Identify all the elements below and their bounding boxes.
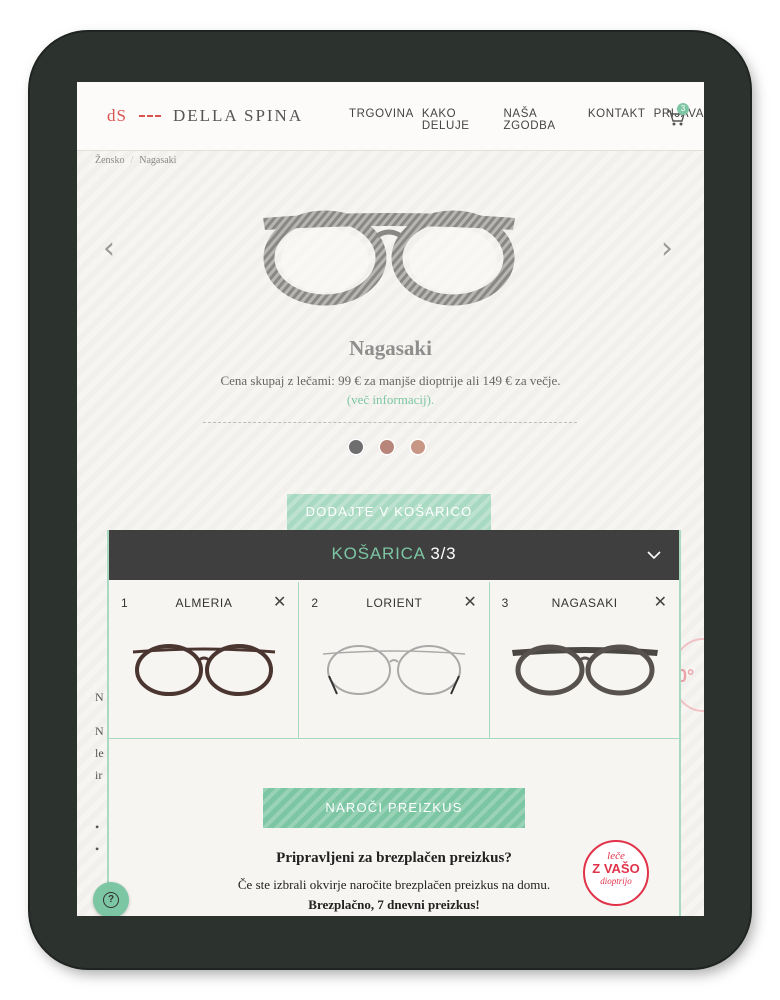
prescription-lens-badge: leče Z VAŠO dioptrijo bbox=[583, 840, 649, 906]
breadcrumb-current: Nagasaki bbox=[139, 155, 177, 166]
breadcrumb: Žensko / Nagasaki bbox=[95, 155, 176, 166]
divider bbox=[203, 422, 577, 423]
cart-item-name: ALMERIA bbox=[175, 596, 233, 610]
nav-trgovina[interactable]: TRGOVINA bbox=[349, 108, 414, 132]
add-to-cart-button[interactable]: DODAJTE V KOŠARICO bbox=[287, 494, 491, 530]
main-nav: TRGOVINA KAKO DELUJE NAŠA ZGODBA KONTAKT… bbox=[349, 108, 704, 132]
cart-header[interactable]: KOŠARICA 3/3 bbox=[109, 530, 679, 580]
cart-items: 1 ALMERIA ✕ 2 LORIENT ✕ 3 NAGASAKI ✕ bbox=[109, 582, 679, 739]
badge-line-2: Z VAŠO bbox=[592, 861, 640, 876]
badge-line-3: dioptrijo bbox=[600, 876, 632, 886]
remove-item-icon[interactable]: ✕ bbox=[463, 592, 476, 612]
prev-arrow-icon[interactable]: ‹ bbox=[103, 234, 115, 264]
cart-title: KOŠARICA 3/3 bbox=[109, 544, 679, 564]
nav-nasa-zgodba[interactable]: NAŠA ZGODBA bbox=[504, 108, 580, 132]
more-info-link[interactable]: (več informacij). bbox=[77, 392, 704, 408]
breadcrumb-parent[interactable]: Žensko bbox=[95, 155, 124, 166]
bg-text-fragment: le bbox=[95, 746, 104, 760]
logo-dash bbox=[138, 115, 161, 117]
bg-text-fragment: N bbox=[95, 690, 104, 704]
product-title: Nagasaki bbox=[349, 336, 432, 360]
cart-panel: KOŠARICA 3/3 1 ALMERIA ✕ 2 LORIENT ✕ 3 N… bbox=[107, 530, 681, 916]
remove-item-icon[interactable]: ✕ bbox=[273, 592, 286, 612]
cart-count-badge: 3 bbox=[677, 103, 689, 115]
cart-count: 3/3 bbox=[430, 544, 457, 563]
cart-item: 2 LORIENT ✕ bbox=[299, 582, 490, 738]
help-button[interactable]: ? bbox=[93, 882, 129, 916]
cart-title-label: KOŠARICA bbox=[331, 544, 425, 563]
price-text: Cena skupaj z lečami: 99 € za manjše dio… bbox=[220, 373, 561, 388]
lorient-glasses-image bbox=[323, 645, 466, 695]
logo-mark: dS bbox=[107, 106, 127, 125]
cart-item: 3 NAGASAKI ✕ bbox=[490, 582, 679, 738]
bg-text-fragment: • bbox=[95, 842, 100, 856]
logo-text: DELLA SPINA bbox=[172, 106, 304, 125]
next-arrow-icon[interactable]: › bbox=[661, 234, 673, 264]
swatch-copper[interactable] bbox=[409, 438, 427, 456]
product-glasses-image bbox=[263, 210, 515, 306]
bg-text-fragment: N bbox=[95, 724, 104, 738]
bg-text-fragment: • bbox=[95, 820, 100, 834]
cart-item-name: NAGASAKI bbox=[551, 596, 618, 610]
nagasaki-glasses-image bbox=[511, 644, 658, 696]
cart-item: 1 ALMERIA ✕ bbox=[109, 582, 300, 738]
logo[interactable]: dS DELLA SPINA bbox=[107, 106, 303, 126]
screen: dS DELLA SPINA TRGOVINA KAKO DELUJE NAŠA… bbox=[77, 82, 704, 916]
trial-description-bold: Brezplačno, 7 dnevni preizkus! bbox=[308, 897, 480, 912]
nav-kako-deluje[interactable]: KAKO DELUJE bbox=[422, 108, 496, 132]
bg-text-fragment: ir bbox=[95, 768, 103, 782]
almeria-glasses-image bbox=[132, 644, 276, 696]
site-header: dS DELLA SPINA TRGOVINA KAKO DELUJE NAŠA… bbox=[77, 82, 704, 151]
remove-item-icon[interactable]: ✕ bbox=[654, 592, 667, 612]
swatch-grey[interactable] bbox=[347, 438, 365, 456]
swatch-rose[interactable] bbox=[378, 438, 396, 456]
color-swatches bbox=[347, 438, 427, 456]
help-icon: ? bbox=[103, 892, 119, 908]
order-trial-button[interactable]: NAROČI PREIZKUS bbox=[263, 788, 525, 828]
nav-kontakt[interactable]: KONTAKT bbox=[588, 108, 646, 132]
chevron-down-icon[interactable] bbox=[647, 548, 661, 562]
cart-item-name: LORIENT bbox=[366, 596, 423, 610]
breadcrumb-separator: / bbox=[130, 155, 134, 166]
